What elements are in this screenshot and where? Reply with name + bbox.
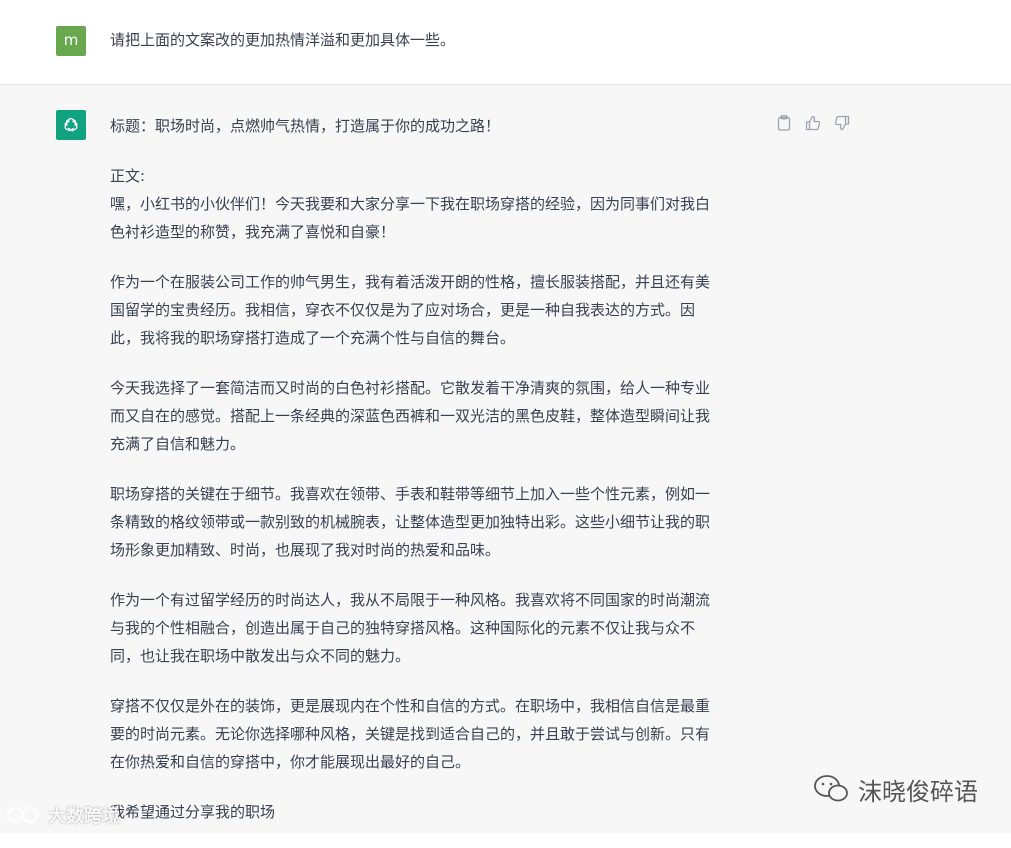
message-line: 此，我将我的职场穿搭打造成了一个充满个性与自信的舞台。 bbox=[110, 329, 516, 347]
message-line: 要的时尚元素。无论你选择哪种风格，关键是找到适合自己的，并且敢于尝试与创新。只有 bbox=[110, 725, 711, 743]
message-paragraph: 职场穿搭的关键在于细节。我喜欢在领带、手表和鞋带等细节上加入一些个性元素，例如一… bbox=[110, 480, 760, 564]
message-paragraph: 作为一个在服装公司工作的帅气男生，我有着活泼开朗的性格，擅长服装搭配，并且还有美… bbox=[110, 268, 760, 352]
message-line: 嘿，小红书的小伙伴们！今天我要和大家分享一下我在职场穿搭的经验，因为同事们对我白 bbox=[110, 195, 711, 213]
watermark-right-text: 沫晓俊碎语 bbox=[858, 777, 978, 806]
message-line: 条精致的格纹领带或一款别致的机械腕表，让整体造型更加独特出彩。这些小细节让我的职 bbox=[110, 513, 711, 531]
message-line: 在你热爱和自信的穿搭中，你才能展现出最好的自己。 bbox=[110, 753, 471, 771]
chatgpt-logo-icon bbox=[56, 110, 86, 140]
thumbs-up-icon bbox=[805, 115, 821, 131]
message-paragraph: 作为一个有过留学经历的时尚达人，我从不局限于一种风格。我喜欢将不同国家的时尚潮流… bbox=[110, 586, 760, 670]
message-paragraph: 我希望通过分享我的职场 bbox=[110, 798, 760, 826]
message-line: 作为一个有过留学经历的时尚达人，我从不局限于一种风格。我喜欢将不同国家的时尚潮流 bbox=[110, 591, 711, 609]
wechat-icon bbox=[814, 775, 848, 802]
user-message-text: 请把上面的文案改的更加热情洋溢和更加具体一些。 bbox=[110, 31, 456, 49]
message-line: 而又自在的感觉。搭配上一条经典的深蓝色西裤和一双光洁的黑色皮鞋，整体造型瞬间让我 bbox=[110, 407, 711, 425]
message-line: 国留学的宝贵经历。我相信，穿衣不仅仅是为了应对场合，更是一种自我表达的方式。因 bbox=[110, 301, 696, 319]
user-message-row: m 请把上面的文案改的更加热情洋溢和更加具体一些。 bbox=[0, 0, 1011, 85]
message-line: 场形象更加精致、时尚，也展现了我对时尚的热爱和品味。 bbox=[110, 541, 501, 559]
message-line: 与我的个性相融合，创造出属于自己的独特穿搭风格。这种国际化的元素不仅让我与众不 bbox=[110, 619, 696, 637]
clipboard-icon bbox=[777, 115, 791, 131]
message-actions bbox=[774, 113, 854, 133]
message-line: 穿搭不仅仅是外在的装饰，更是展现内在个性和自信的方式。在职场中，我相信自信是最重 bbox=[110, 697, 711, 715]
message-line: 正文: bbox=[110, 167, 146, 185]
like-button[interactable] bbox=[803, 113, 823, 133]
watermark-right: 沫晓俊碎语 bbox=[812, 772, 978, 806]
thumbs-down-icon bbox=[834, 115, 850, 131]
watermark-logo-icon bbox=[7, 807, 38, 823]
message-paragraph: 今天我选择了一套简洁而又时尚的白色衬衫搭配。它散发着干净清爽的氛围，给人一种专业… bbox=[110, 374, 760, 458]
message-line: 作为一个在服装公司工作的帅气男生，我有着活泼开朗的性格，擅长服装搭配，并且还有美 bbox=[110, 273, 711, 291]
message-line: 色衬衫造型的称赞，我充满了喜悦和自豪！ bbox=[110, 223, 396, 241]
copy-button[interactable] bbox=[774, 113, 794, 133]
watermark-left: 大数跨境 bbox=[6, 800, 120, 830]
watermark-left-text: 大数跨境 bbox=[48, 806, 120, 827]
message-line: 标题：职场时尚，点燃帅气热情，打造属于你的成功之路！ bbox=[110, 117, 501, 135]
message-paragraph: 标题：职场时尚，点燃帅气热情，打造属于你的成功之路！ bbox=[110, 112, 760, 140]
message-line: 同，也让我在职场中散发出与众不同的魅力。 bbox=[110, 647, 411, 665]
message-paragraph: 正文: 嘿，小红书的小伙伴们！今天我要和大家分享一下我在职场穿搭的经验，因为同事们… bbox=[110, 162, 760, 246]
assistant-message-text: 标题：职场时尚，点燃帅气热情，打造属于你的成功之路！ 正文: 嘿，小红书的小伙伴们！… bbox=[110, 112, 760, 848]
assistant-message-row: 标题：职场时尚，点燃帅气热情，打造属于你的成功之路！ 正文: 嘿，小红书的小伙伴们！… bbox=[0, 85, 1011, 833]
dislike-button[interactable] bbox=[832, 113, 852, 133]
message-line: 今天我选择了一套简洁而又时尚的白色衬衫搭配。它散发着干净清爽的氛围，给人一种专业 bbox=[110, 379, 711, 397]
user-avatar: m bbox=[56, 26, 86, 56]
message-line: 职场穿搭的关键在于细节。我喜欢在领带、手表和鞋带等细节上加入一些个性元素，例如一 bbox=[110, 485, 711, 503]
message-line: 我希望通过分享我的职场 bbox=[110, 803, 276, 821]
message-paragraph: 穿搭不仅仅是外在的装饰，更是展现内在个性和自信的方式。在职场中，我相信自信是最重… bbox=[110, 692, 760, 776]
message-line: 充满了自信和魅力。 bbox=[110, 435, 246, 453]
